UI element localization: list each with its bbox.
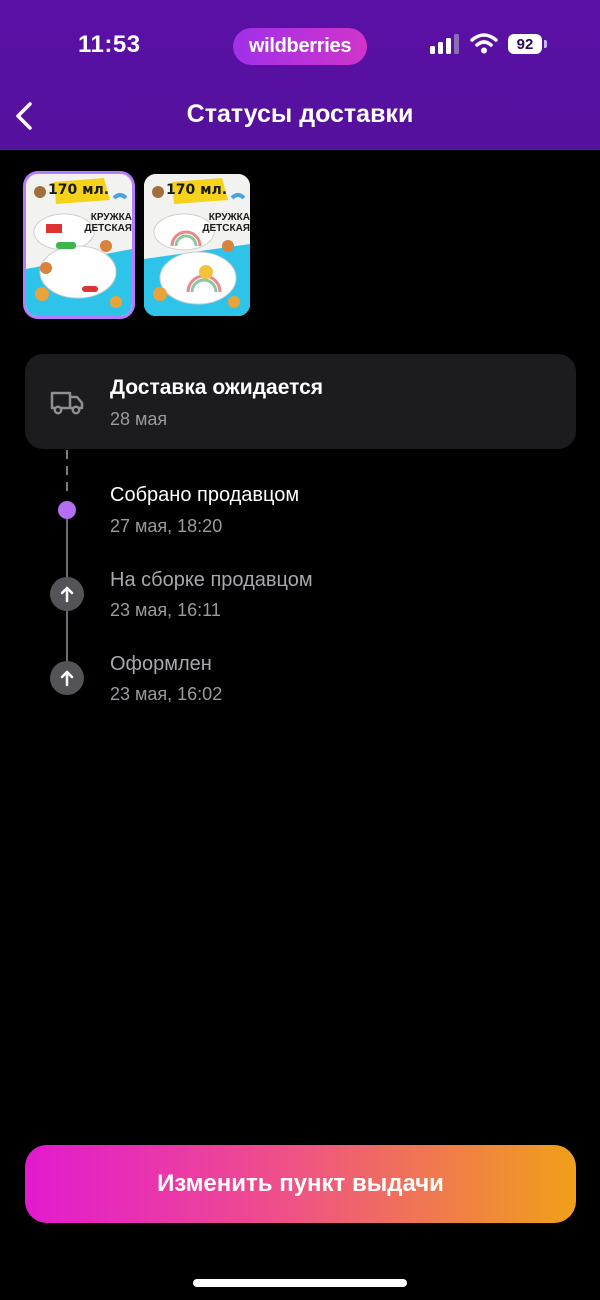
- status-time: 11:53: [78, 31, 141, 58]
- product-thumbnail-2[interactable]: 170 мл. КРУЖКА ДЕТСКАЯ: [144, 174, 250, 316]
- product-name-label: КРУЖКА ДЕТСКАЯ: [202, 212, 250, 234]
- app-header: 11:53 wildberries 92 Статусы доставки: [0, 0, 600, 150]
- wifi-icon: [470, 33, 498, 54]
- page-title: Статусы доставки: [186, 100, 414, 128]
- timeline-step-title: Собрано продавцом: [110, 484, 300, 506]
- change-pickup-point-button[interactable]: Изменить пункт выдачи: [25, 1145, 576, 1223]
- battery-level: 92: [508, 34, 542, 54]
- delivery-status-card: Доставка ожидается 28 мая: [25, 354, 576, 449]
- product-name-label: КРУЖКА ДЕТСКАЯ: [84, 212, 132, 234]
- timeline-current-dot: [58, 501, 76, 519]
- signal-icon: [430, 34, 459, 54]
- timeline-done-dot: [50, 577, 84, 611]
- timeline-done-dot: [50, 661, 84, 695]
- timeline-step-date: 23 мая, 16:02: [110, 684, 223, 704]
- product-size-label: 170 мл.: [48, 182, 110, 198]
- timeline-dashed-line: [66, 450, 68, 494]
- product-size-label: 170 мл.: [166, 182, 228, 198]
- brand-badge: wildberries: [233, 28, 367, 65]
- arrow-up-icon: [60, 670, 74, 687]
- timeline-step-title: Оформлен: [110, 653, 212, 675]
- delivery-date: 28 мая: [110, 409, 168, 429]
- battery-icon: 92: [508, 34, 548, 56]
- arrow-up-icon: [60, 586, 74, 603]
- timeline-step-date: 23 мая, 16:11: [110, 600, 221, 620]
- truck-icon: [50, 391, 84, 415]
- delivery-title: Доставка ожидается: [110, 376, 324, 399]
- home-indicator: [193, 1279, 407, 1287]
- timeline-step-date: 27 мая, 18:20: [110, 516, 223, 536]
- product-thumbnail-1[interactable]: 170 мл. КРУЖКА ДЕТСКАЯ: [26, 174, 132, 316]
- timeline-step-title: На сборке продавцом: [110, 569, 313, 591]
